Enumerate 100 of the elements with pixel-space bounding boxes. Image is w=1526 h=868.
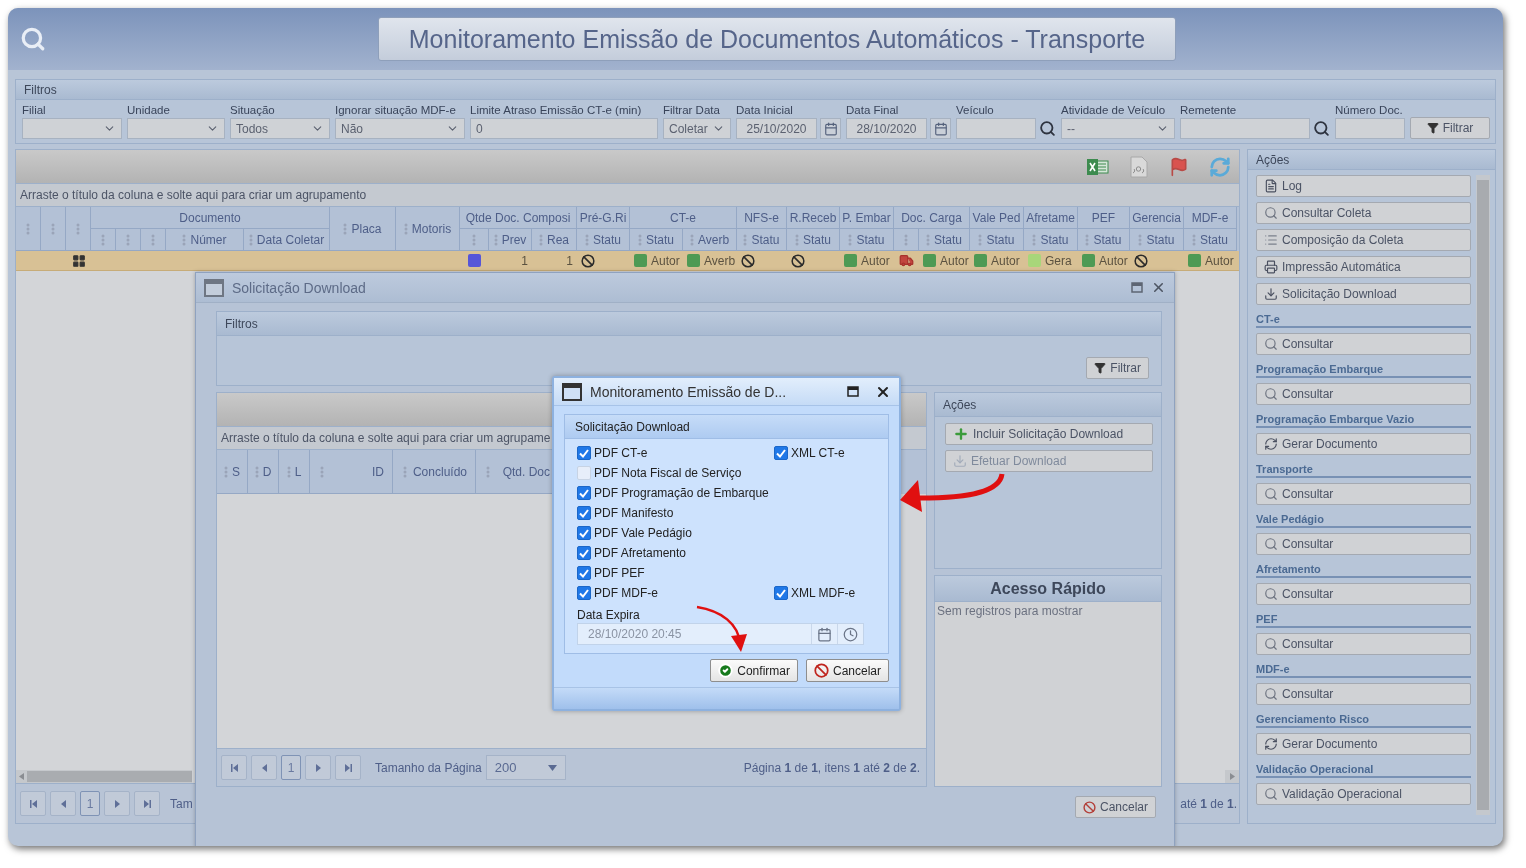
checkbox[interactable] xyxy=(577,446,591,460)
checkbox[interactable] xyxy=(577,526,591,540)
checkbox[interactable] xyxy=(577,586,591,600)
section-title: Vale Pedágio xyxy=(1256,513,1472,528)
checkbox-option[interactable]: PDF Programação de Embarque xyxy=(577,483,774,503)
previous-page-button[interactable] xyxy=(50,791,76,816)
grip-icon[interactable] xyxy=(1138,233,1143,246)
action-button[interactable]: Consultar xyxy=(1256,333,1472,355)
date-field[interactable]: 28/10/2020 xyxy=(846,118,927,139)
select-field[interactable] xyxy=(127,118,225,139)
grip-icon[interactable] xyxy=(286,465,291,478)
checkbox[interactable] xyxy=(577,566,591,580)
input-field[interactable] xyxy=(1180,118,1310,139)
scroll-right-arrow-icon[interactable] xyxy=(1229,773,1235,780)
action-button[interactable]: Log xyxy=(1256,175,1472,197)
checkbox-option[interactable]: XML MDF-e xyxy=(774,583,876,603)
grip-icon[interactable] xyxy=(248,233,253,246)
clock-icon[interactable] xyxy=(843,626,858,642)
action-button[interactable]: Validação Operacional xyxy=(1256,783,1472,805)
maximize-icon[interactable] xyxy=(847,386,859,397)
input-field[interactable] xyxy=(956,118,1036,139)
spreadsheet-icon[interactable] xyxy=(1087,156,1109,177)
select-field[interactable]: Coletar xyxy=(663,118,731,139)
action-button[interactable]: Impressão Automática xyxy=(1256,256,1472,278)
checkbox-option[interactable]: PDF Afretamento xyxy=(577,543,774,563)
flag-icon[interactable] xyxy=(1169,156,1189,177)
action-button[interactable]: Consultar xyxy=(1256,683,1472,705)
checkbox-option[interactable]: PDF MDF-e xyxy=(577,583,774,603)
checkbox-option[interactable]: PDF Vale Pedágio xyxy=(577,523,774,543)
horizontal-scrollbar[interactable] xyxy=(16,770,192,783)
first-page-button[interactable] xyxy=(20,791,46,816)
input-field[interactable]: 0 xyxy=(470,118,658,139)
search-icon xyxy=(1264,337,1278,351)
confirm-button[interactable]: Confirmar xyxy=(710,659,798,682)
grip-icon[interactable] xyxy=(1085,233,1090,246)
checkbox[interactable] xyxy=(577,546,591,560)
calendar-button[interactable] xyxy=(930,118,951,139)
action-button[interactable]: Composição da Coleta xyxy=(1256,229,1472,251)
document-icon[interactable] xyxy=(1129,155,1149,178)
page-button[interactable]: 1 xyxy=(281,755,301,780)
select-field[interactable]: Todos xyxy=(230,118,330,139)
input-field[interactable] xyxy=(1335,118,1405,139)
calendar-icon[interactable] xyxy=(817,626,832,642)
cancel-button[interactable]: Cancelar xyxy=(1074,796,1156,818)
action-button[interactable]: Consultar Coleta xyxy=(1256,202,1472,224)
last-page-button[interactable] xyxy=(134,791,160,816)
action-button[interactable]: Consultar xyxy=(1256,533,1472,555)
last-page-button[interactable] xyxy=(335,755,361,780)
check-icon xyxy=(718,663,734,678)
action-button[interactable]: Consultar xyxy=(1256,383,1472,405)
search-icon[interactable] xyxy=(1039,120,1056,137)
scroll-left-arrow-icon[interactable] xyxy=(19,773,24,780)
grip-icon[interactable] xyxy=(848,233,853,246)
panel-title: Ações xyxy=(935,393,1161,417)
search-icon[interactable] xyxy=(1313,120,1330,137)
filter-button[interactable]: Filtrar xyxy=(1410,117,1490,139)
grip-icon[interactable] xyxy=(493,233,498,246)
datetime-field[interactable]: 28/10/2020 20:45 xyxy=(577,623,864,645)
grip-icon[interactable] xyxy=(1032,233,1037,246)
first-page-button[interactable] xyxy=(221,755,247,780)
action-button[interactable]: Incluir Solicitação Download xyxy=(945,423,1153,445)
select-field[interactable]: -- xyxy=(1061,118,1175,139)
refresh-icon[interactable] xyxy=(1209,155,1231,178)
date-field[interactable]: 25/10/2020 xyxy=(736,118,817,139)
select-field[interactable] xyxy=(22,118,122,139)
action-button[interactable]: Consultar xyxy=(1256,483,1472,505)
checkbox-option[interactable]: PDF Manifesto xyxy=(577,503,774,523)
action-button[interactable]: Consultar xyxy=(1256,583,1472,605)
grid-icon xyxy=(71,253,86,268)
action-button[interactable]: Gerar Documento xyxy=(1256,733,1472,755)
next-page-button[interactable] xyxy=(305,755,331,780)
grip-icon[interactable] xyxy=(978,233,983,246)
checkbox-option[interactable]: PDF Nota Fiscal de Serviço xyxy=(577,463,774,483)
checkbox[interactable] xyxy=(577,506,591,520)
checkbox[interactable] xyxy=(774,586,788,600)
checkbox[interactable] xyxy=(774,446,788,460)
action-button[interactable]: Solicitação Download xyxy=(1256,283,1472,305)
calendar-button[interactable] xyxy=(820,118,841,139)
checkbox[interactable] xyxy=(577,486,591,500)
column-group-header: P. Embar xyxy=(840,207,894,229)
grip-icon[interactable] xyxy=(689,233,694,246)
next-page-button[interactable] xyxy=(104,791,130,816)
vertical-scrollbar[interactable] xyxy=(1476,175,1490,815)
field-label: Ignorar situação MDF-e xyxy=(335,103,457,118)
grip-icon[interactable] xyxy=(254,465,259,478)
table-row[interactable]: 1 1 Autor Averb Autor Autor Autor Gera Autor Autor xyxy=(16,251,1239,271)
group-hint: Arraste o título da coluna e solte aqui para criar um agrupamento xyxy=(16,184,1239,207)
grip-icon[interactable] xyxy=(182,233,187,246)
grip-icon[interactable] xyxy=(743,233,748,246)
cancel-button[interactable]: Cancelar xyxy=(805,659,889,682)
checkbox-option[interactable]: PDF PEF xyxy=(577,563,774,583)
page-button[interactable]: 1 xyxy=(80,791,100,816)
previous-page-button[interactable] xyxy=(251,755,277,780)
select-field[interactable]: Não xyxy=(335,118,465,139)
action-button[interactable]: Gerar Documento xyxy=(1256,433,1472,455)
page-size-select[interactable]: 200 xyxy=(485,755,566,780)
grip-icon[interactable] xyxy=(343,222,348,235)
grip-icon[interactable] xyxy=(403,222,408,235)
action-button[interactable]: Consultar xyxy=(1256,633,1472,655)
filter-button[interactable]: Filtrar xyxy=(1086,357,1149,379)
